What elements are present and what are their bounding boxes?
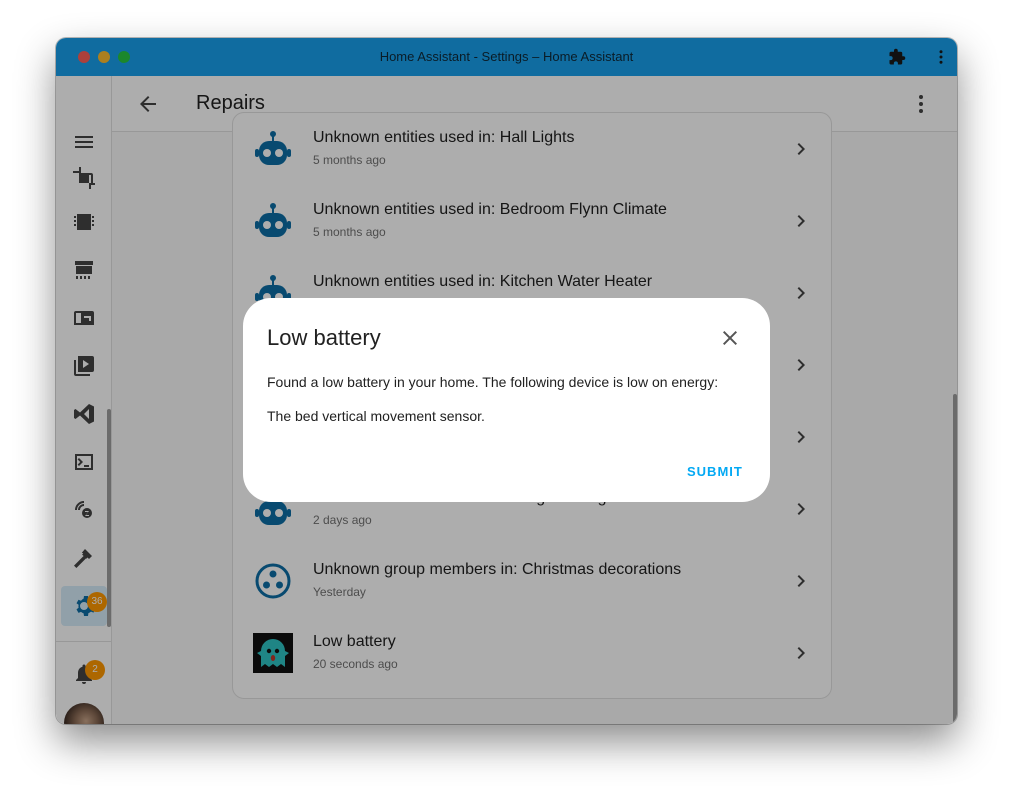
dialog-title: Low battery <box>267 325 381 350</box>
low-battery-dialog: Low battery Found a low battery in your … <box>243 298 770 502</box>
submit-button[interactable]: SUBMIT <box>687 464 743 479</box>
close-icon[interactable] <box>718 326 742 350</box>
app-window: Home Assistant - Settings – Home Assista… <box>56 38 957 724</box>
dialog-device: The bed vertical movement sensor. <box>267 408 485 424</box>
dialog-message: Found a low battery in your home. The fo… <box>267 374 719 390</box>
